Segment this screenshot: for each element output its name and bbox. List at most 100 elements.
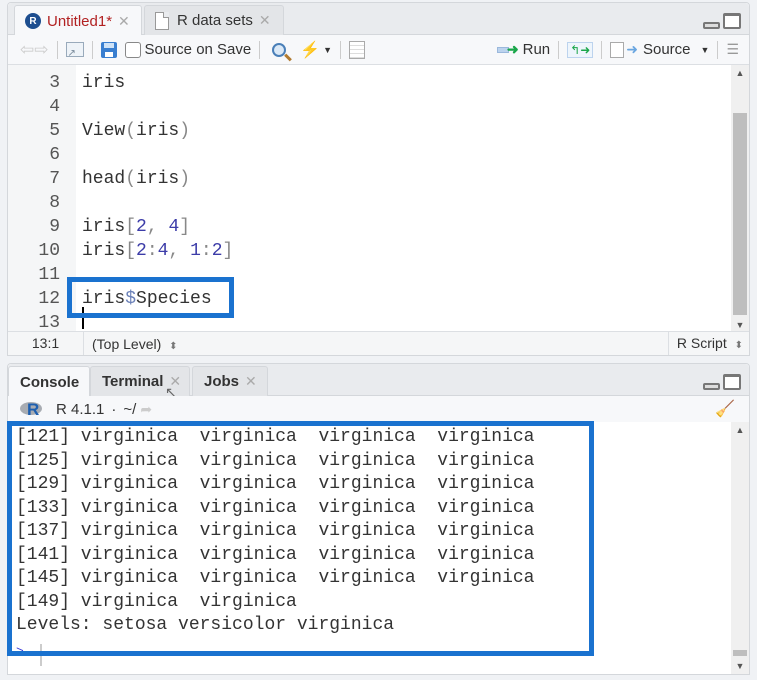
run-arrow-icon: ➜: [496, 41, 519, 58]
editor-scrollbar[interactable]: ▲ ▼: [731, 65, 749, 333]
code-text: iris[2:4, 1:2]: [82, 239, 233, 263]
code-line[interactable]: 8: [8, 191, 731, 215]
toolbar-divider: [601, 40, 603, 59]
cursor-position: 13:1: [8, 332, 84, 355]
maximize-pane-button[interactable]: [723, 374, 741, 390]
clear-console-broom-icon[interactable]: 🧹: [715, 399, 735, 419]
scrollbar-thumb[interactable]: [733, 113, 747, 315]
minimize-pane-button[interactable]: [703, 383, 720, 390]
line-number: 6: [49, 145, 60, 165]
tab-label: Untitled1*: [47, 12, 113, 30]
source-on-save-toggle[interactable]: Source on Save: [124, 35, 252, 64]
code-token: head: [82, 169, 126, 189]
source-arrow-icon: ➜: [626, 41, 638, 57]
code-line[interactable]: 3 iris: [8, 71, 731, 95]
code-line[interactable]: 9 iris[2, 4]: [8, 215, 731, 239]
console-output-line: [125] virginica virginica virginica virg…: [16, 450, 535, 471]
code-line[interactable]: 6: [8, 143, 731, 167]
code-line[interactable]: 7 head(iris): [8, 167, 731, 191]
code-token: ,: [168, 241, 191, 261]
scroll-down-icon[interactable]: ▼: [731, 658, 749, 674]
line-number: 3: [49, 73, 60, 93]
code-token: Species: [136, 289, 212, 309]
code-line[interactable]: 10 iris[2:4, 1:2]: [8, 239, 731, 263]
close-icon[interactable]: ✕: [245, 373, 257, 390]
window-controls: [703, 13, 741, 29]
forward-arrow-icon[interactable]: ⇨: [34, 40, 48, 60]
document-outline-icon[interactable]: ☰: [726, 41, 739, 58]
scope-selector[interactable]: (Top Level) ⬍: [84, 336, 668, 352]
editor-toolbar: ⇦ ⇨ Source on Save ⚡ ▼ ➜ Run ↰➜ ➜ Source…: [8, 35, 749, 65]
console-pane: Console Terminal ✕ Jobs ✕ ↖ R R 4.1.1 · …: [7, 363, 750, 675]
code-token: iris: [136, 169, 180, 189]
code-token: :: [146, 241, 158, 261]
console-output-line: [149] virginica virginica: [16, 591, 297, 612]
tab-console[interactable]: Console: [8, 366, 90, 397]
run-button[interactable]: ➜ Run: [496, 35, 550, 64]
code-text: iris[2, 4]: [82, 215, 190, 239]
updown-icon: ⬍: [734, 340, 743, 351]
code-token: 4: [157, 241, 169, 261]
code-token: ): [179, 121, 191, 141]
save-icon[interactable]: [100, 41, 117, 58]
file-type-selector[interactable]: R Script ⬍: [667, 332, 749, 355]
source-label: Source: [642, 41, 691, 58]
toolbar-divider: [717, 40, 719, 59]
source-on-save-checkbox[interactable]: [124, 41, 141, 58]
toolbar-divider: [56, 40, 58, 59]
toolbar-divider: [259, 40, 261, 59]
code-editor[interactable]: 3 iris 4 5 View(iris) 6 7 head(iris) 8 9 iris[2, 4…: [8, 65, 749, 333]
rerun-icon[interactable]: ↰➜: [567, 41, 594, 58]
minimize-pane-button[interactable]: [703, 22, 720, 29]
code-line[interactable]: 11: [8, 263, 731, 287]
console-scrollbar[interactable]: ▲ ▼: [731, 422, 749, 674]
source-options-chevron-icon[interactable]: ▼: [701, 45, 710, 55]
line-number: 7: [49, 169, 60, 189]
tab-jobs[interactable]: Jobs ✕: [192, 366, 268, 396]
go-to-directory-icon[interactable]: ➦: [140, 401, 152, 418]
line-number: 10: [38, 241, 60, 261]
line-number: 5: [49, 121, 60, 141]
code-line[interactable]: 5 View(iris): [8, 119, 731, 143]
code-line[interactable]: 4: [8, 95, 731, 119]
console-output[interactable]: [121] virginica virginica virginica virg…: [8, 422, 749, 674]
close-icon[interactable]: ✕: [118, 13, 130, 30]
scope-label: (Top Level): [92, 335, 162, 352]
source-button[interactable]: ➜ Source: [610, 35, 691, 64]
close-icon[interactable]: ✕: [259, 12, 271, 29]
back-arrow-icon[interactable]: ⇦: [20, 40, 34, 60]
text-cursor: [82, 307, 84, 329]
tab-r-data-sets[interactable]: R data sets ✕: [144, 5, 284, 35]
code-token: ]: [179, 217, 191, 237]
line-number: 8: [49, 193, 60, 213]
line-number: 11: [38, 265, 60, 285]
code-token: iris: [82, 241, 126, 261]
code-token: 1: [190, 241, 201, 261]
toolbar-divider: [91, 40, 93, 59]
editor-statusbar: 13:1 (Top Level) ⬍ R Script ⬍: [8, 331, 749, 355]
code-line[interactable]: 13: [8, 311, 731, 333]
editor-tabbar: R Untitled1* ✕ R data sets ✕: [8, 3, 749, 36]
code-token: iris: [82, 217, 126, 237]
code-token: iris: [82, 289, 126, 309]
tab-label: R data sets: [177, 12, 253, 29]
code-token: iris: [136, 121, 180, 141]
code-line[interactable]: 12 iris$Species: [8, 287, 731, 311]
code-token: 2: [211, 241, 223, 261]
search-icon[interactable]: [272, 42, 287, 57]
chevron-down-icon[interactable]: ▼: [323, 45, 332, 55]
console-output-line: [145] virginica virginica virginica virg…: [16, 568, 535, 588]
toolbar-divider: [340, 40, 342, 59]
show-in-new-window-icon[interactable]: [65, 42, 84, 59]
scroll-up-icon[interactable]: ▲: [731, 422, 749, 438]
compile-report-icon[interactable]: [349, 40, 366, 59]
code-token: (: [125, 169, 137, 189]
source-on-save-label: Source on Save: [144, 41, 252, 58]
magic-wand-icon[interactable]: ⚡: [300, 40, 320, 60]
source-editor-pane: R Untitled1* ✕ R data sets ✕ ⇦ ⇨ Source …: [7, 2, 750, 356]
scrollbar-thumb[interactable]: [733, 650, 747, 656]
scroll-up-icon[interactable]: ▲: [731, 65, 749, 81]
window-controls: [703, 374, 741, 390]
tab-untitled1[interactable]: R Untitled1* ✕: [14, 5, 142, 36]
maximize-pane-button[interactable]: [723, 13, 741, 29]
